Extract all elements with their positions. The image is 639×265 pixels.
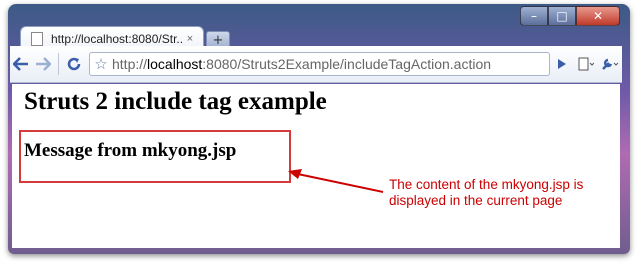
close-button[interactable]: ✕ [576, 6, 620, 26]
included-message: Message from mkyong.jsp [24, 140, 237, 161]
go-arrow-icon[interactable] [550, 58, 574, 70]
page-title: Struts 2 include tag example [24, 88, 327, 115]
page-icon [31, 32, 43, 46]
maximize-button[interactable]: □ [548, 6, 576, 26]
minimize-button[interactable]: – [520, 6, 548, 26]
annotation-text: The content of the mkyong.jsp is display… [389, 177, 583, 209]
url-path: :8080/Struts2Example/includeTagAction.ac… [202, 56, 492, 72]
reload-icon[interactable] [63, 53, 85, 75]
page-content: Struts 2 include tag example Message fro… [12, 84, 620, 248]
annotation-line-1: The content of the mkyong.jsp is [389, 177, 584, 192]
tab-close-icon[interactable]: × [183, 33, 197, 45]
forward-arrow-icon[interactable] [32, 53, 54, 75]
browser-toolbar: ☆ http:// localhost :8080/Struts2Example… [10, 46, 622, 83]
star-icon[interactable]: ☆ [90, 55, 112, 73]
page-menu-icon[interactable] [574, 57, 598, 71]
window-controls: – □ ✕ [520, 6, 620, 26]
wrench-icon[interactable] [598, 57, 622, 71]
back-arrow-icon[interactable] [10, 53, 32, 75]
tab-title: http://localhost:8080/Str... [51, 32, 183, 46]
url-host: localhost [147, 56, 203, 72]
toolbar-divider [58, 53, 59, 75]
address-bar[interactable]: ☆ http:// localhost :8080/Struts2Example… [89, 52, 550, 76]
annotation-line-2: displayed in the current page [389, 193, 563, 208]
url-protocol: http:// [112, 56, 148, 72]
